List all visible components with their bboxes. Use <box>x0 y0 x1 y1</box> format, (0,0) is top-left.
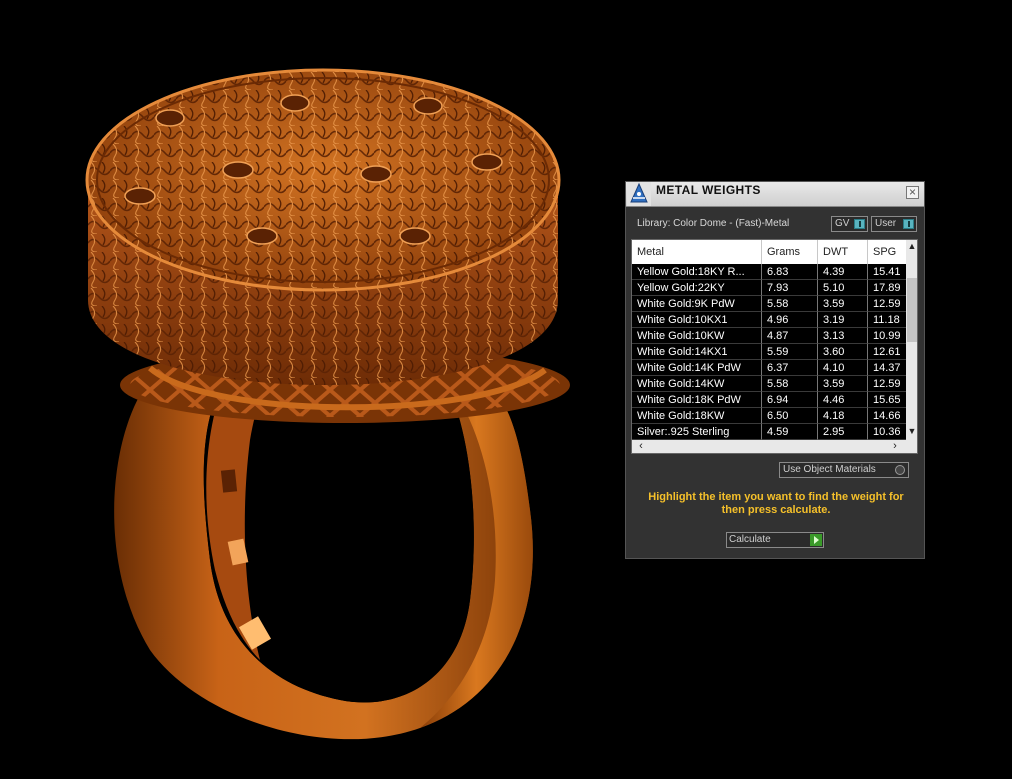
metal-cell: White Gold:10KW <box>632 328 762 344</box>
spg-cell: 12.61 <box>868 344 906 360</box>
table-row[interactable]: White Gold:10KX1 4.96 3.19 11.18 <box>632 312 906 328</box>
calculate-label: Calculate <box>729 534 771 545</box>
dwt-cell: 5.10 <box>818 280 868 296</box>
horizontal-scrollbar[interactable]: ‹ › <box>632 440 917 453</box>
grams-cell: 6.50 <box>762 408 818 424</box>
spg-cell: 10.99 <box>868 328 906 344</box>
spg-cell: 12.59 <box>868 296 906 312</box>
instruction-text: Highlight the item you want to find the … <box>648 491 904 516</box>
dwt-cell: 4.10 <box>818 360 868 376</box>
metal-cell: White Gold:14K PdW <box>632 360 762 376</box>
grams-cell: 5.58 <box>762 376 818 392</box>
dwt-cell: 3.19 <box>818 312 868 328</box>
column-header-dwt[interactable]: DWT <box>818 240 868 264</box>
user-toggle-knob-icon <box>903 219 914 229</box>
spg-cell: 10.36 <box>868 424 906 440</box>
use-object-materials-label: Use Object Materials <box>783 464 876 475</box>
dwt-cell: 3.13 <box>818 328 868 344</box>
column-header-spg[interactable]: SPG <box>868 240 906 264</box>
metal-cell: White Gold:18KW <box>632 408 762 424</box>
gv-toggle-knob-icon <box>854 219 865 229</box>
play-icon[interactable] <box>810 534 822 546</box>
scroll-right-icon[interactable]: › <box>889 440 901 452</box>
metal-cell: White Gold:14KW <box>632 376 762 392</box>
spg-cell: 12.59 <box>868 376 906 392</box>
panel-title: METAL WEIGHTS <box>656 183 761 197</box>
spg-cell: 14.37 <box>868 360 906 376</box>
scroll-up-icon[interactable]: ▲ <box>906 241 917 251</box>
scroll-down-icon[interactable]: ▼ <box>906 426 917 436</box>
grams-cell: 6.94 <box>762 392 818 408</box>
spg-cell: 15.65 <box>868 392 906 408</box>
grams-cell: 6.83 <box>762 264 818 280</box>
grams-cell: 4.87 <box>762 328 818 344</box>
dwt-cell: 3.59 <box>818 296 868 312</box>
metal-cell: White Gold:9K PdW <box>632 296 762 312</box>
metal-cell: Yellow Gold:22KY <box>632 280 762 296</box>
app-logo-icon <box>627 182 651 206</box>
vertical-scrollbar[interactable]: ▲ ▼ <box>906 240 917 440</box>
table-row[interactable]: White Gold:14KW 5.58 3.59 12.59 <box>632 376 906 392</box>
radio-icon[interactable] <box>895 465 905 475</box>
panel-titlebar[interactable]: METAL WEIGHTS × <box>626 182 924 207</box>
table-row[interactable]: White Gold:18KW 6.50 4.18 14.66 <box>632 408 906 424</box>
scroll-left-icon[interactable]: ‹ <box>635 440 647 452</box>
metal-cell: White Gold:14KX1 <box>632 344 762 360</box>
table-row[interactable]: White Gold:10KW 4.87 3.13 10.99 <box>632 328 906 344</box>
metal-cell: White Gold:18K PdW <box>632 392 762 408</box>
gv-toggle[interactable]: GV <box>831 216 868 232</box>
table-row[interactable]: Yellow Gold:22KY 7.93 5.10 17.89 <box>632 280 906 296</box>
column-header-grams[interactable]: Grams <box>762 240 818 264</box>
metal-cell: White Gold:10KX1 <box>632 312 762 328</box>
table-row[interactable]: Yellow Gold:18KY R... 6.83 4.39 15.41 <box>632 264 906 280</box>
grams-cell: 5.58 <box>762 296 818 312</box>
dwt-cell: 4.46 <box>818 392 868 408</box>
grams-cell: 7.93 <box>762 280 818 296</box>
gv-toggle-label: GV <box>835 218 850 229</box>
table-body: Yellow Gold:18KY R... 6.83 4.39 15.41 Yello… <box>632 264 906 440</box>
user-toggle-label: User <box>875 218 897 229</box>
calculate-button[interactable]: Calculate <box>726 532 824 548</box>
metal-table[interactable]: Metal Grams DWT SPG Yellow Gold:18KY R..… <box>631 239 918 454</box>
table-row[interactable]: Silver:.925 Sterling 4.59 2.95 10.36 <box>632 424 906 440</box>
library-label: Library: Color Dome - (Fast)-Metal <box>637 218 790 229</box>
spg-cell: 17.89 <box>868 280 906 296</box>
grams-cell: 5.59 <box>762 344 818 360</box>
dwt-cell: 3.60 <box>818 344 868 360</box>
dwt-cell: 4.39 <box>818 264 868 280</box>
dwt-cell: 2.95 <box>818 424 868 440</box>
use-object-materials-toggle[interactable]: Use Object Materials <box>779 462 909 478</box>
table-row[interactable]: White Gold:18K PdW 6.94 4.46 15.65 <box>632 392 906 408</box>
dwt-cell: 4.18 <box>818 408 868 424</box>
spg-cell: 15.41 <box>868 264 906 280</box>
table-row[interactable]: White Gold:9K PdW 5.58 3.59 12.59 <box>632 296 906 312</box>
table-row[interactable]: White Gold:14K PdW 6.37 4.10 14.37 <box>632 360 906 376</box>
grams-cell: 4.59 <box>762 424 818 440</box>
metal-cell: Yellow Gold:18KY R... <box>632 264 762 280</box>
spg-cell: 11.18 <box>868 312 906 328</box>
metal-cell: Silver:.925 Sterling <box>632 424 762 440</box>
grams-cell: 4.96 <box>762 312 818 328</box>
column-header-metal[interactable]: Metal <box>632 240 762 264</box>
user-toggle[interactable]: User <box>871 216 917 232</box>
table-header: Metal Grams DWT SPG <box>632 240 906 264</box>
vertical-scroll-thumb[interactable] <box>907 278 917 342</box>
dwt-cell: 3.59 <box>818 376 868 392</box>
metal-weights-panel: METAL WEIGHTS × Library: Color Dome - (F… <box>625 181 925 559</box>
close-icon[interactable]: × <box>906 186 919 199</box>
table-row[interactable]: White Gold:14KX1 5.59 3.60 12.61 <box>632 344 906 360</box>
grams-cell: 6.37 <box>762 360 818 376</box>
spg-cell: 14.66 <box>868 408 906 424</box>
